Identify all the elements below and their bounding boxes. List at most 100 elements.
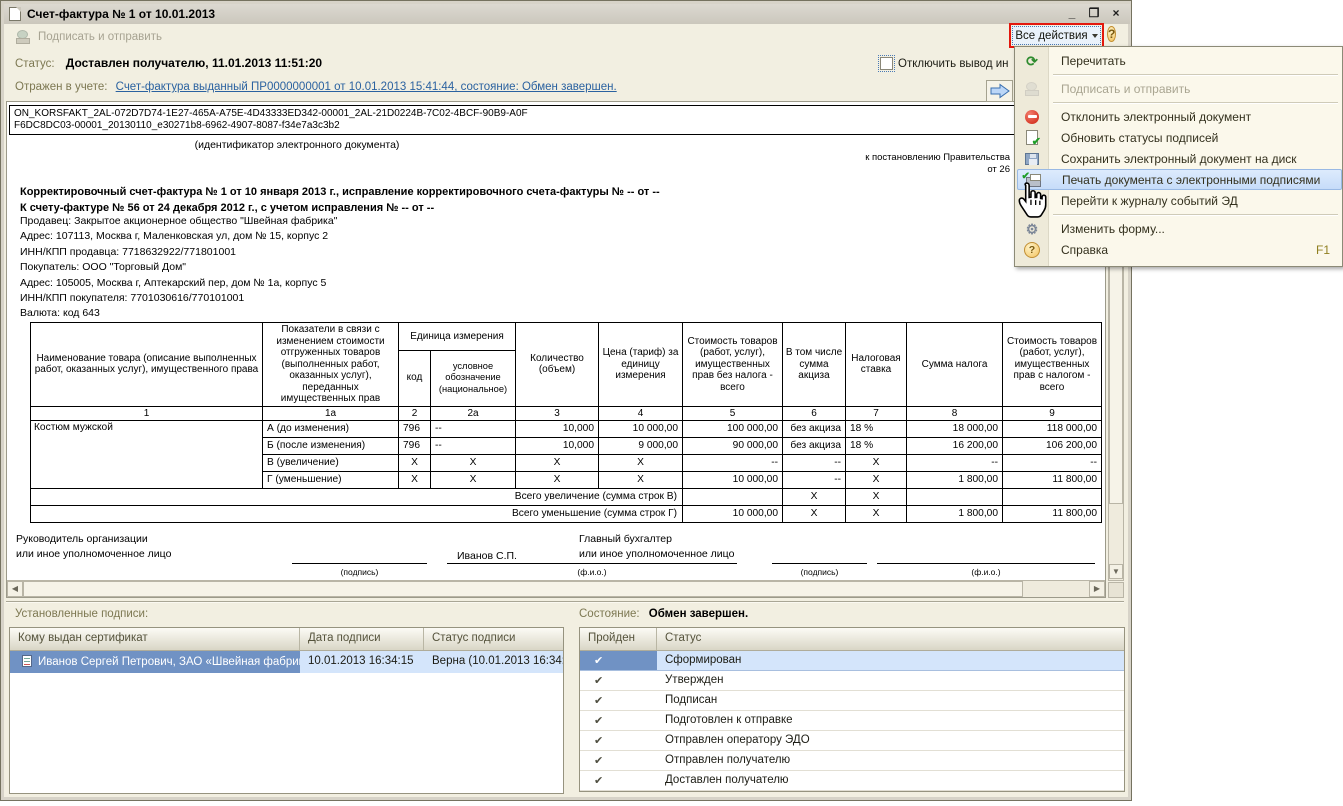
director-signature-line <box>292 563 427 564</box>
check-icon: ✔ <box>580 691 657 710</box>
invoice-cell: X <box>599 454 683 471</box>
all-actions-button[interactable]: Все действия <box>1012 26 1101 45</box>
states-table-header: Пройден Статус <box>580 628 1124 651</box>
invoice-info-line: Покупатель: ООО "Торговый Дом" <box>20 260 337 275</box>
state-row[interactable]: ✔Подписан <box>580 691 1124 711</box>
minimize-button[interactable]: _ <box>1063 7 1081 22</box>
screen: { "window": { "title": "Счет-фактура № 1… <box>0 0 1343 806</box>
refresh-icon: ⟳ <box>1023 52 1041 70</box>
state-row[interactable]: ✔Доставлен получателю <box>580 771 1124 791</box>
reject-icon <box>1023 108 1041 126</box>
invoice-data-row: Костюм мужскойА (до изменения)796--10,00… <box>31 420 1102 437</box>
invoice-cell <box>683 488 783 505</box>
check-icon: ✔ <box>580 771 657 790</box>
menu-item-label: Изменить форму... <box>1061 222 1165 236</box>
maximize-button[interactable]: ❒ <box>1085 7 1103 22</box>
director-name: Иванов С.П. <box>457 550 517 562</box>
signature-date: 10.01.2013 16:34:15 <box>300 651 424 673</box>
invoice-window: Счет-фактура № 1 от 10.01.2013 _ ❒ × Под… <box>0 0 1132 801</box>
disable-output-label: Отключить вывод ин <box>898 58 1009 70</box>
menu-item-save-edocument-to-disk[interactable]: Сохранить электронный документ на диск <box>1017 148 1342 169</box>
states-rows: ✔Сформирован✔Утвержден✔Подписан✔Подготов… <box>580 651 1124 791</box>
all-actions-label: Все действия <box>1015 30 1087 42</box>
invoice-cell: 10 000,00 <box>599 420 683 437</box>
invoice-cell <box>1003 488 1102 505</box>
invoice-cell: 9 000,00 <box>599 437 683 454</box>
invoice-cell: X <box>846 454 907 471</box>
menu-item-sign-and-send[interactable]: Подписать и отправить <box>1017 78 1342 99</box>
horizontal-scroll-thumb[interactable] <box>23 581 1023 597</box>
state-row[interactable]: ✔Отправлен получателю <box>580 751 1124 771</box>
menu-item-label: Отклонить электронный документ <box>1061 110 1251 124</box>
row-label-cell: А (до изменения) <box>263 420 399 437</box>
column-certificate: Кому выдан сертификат <box>10 628 300 650</box>
state-row[interactable]: ✔Сформирован <box>580 651 1124 671</box>
menu-item-update-signature-statuses[interactable]: ✔Обновить статусы подписей <box>1017 127 1342 148</box>
state-name: Отправлен оператору ЭДО <box>657 731 1124 750</box>
scrollbar-corner <box>1108 582 1124 598</box>
sign-stamp-icon <box>15 29 32 44</box>
invoice-info-line: Продавец: Закрытое акционерное общество … <box>20 214 337 229</box>
invoice-cell: 100 000,00 <box>683 420 783 437</box>
open-document-button[interactable] <box>986 80 1013 102</box>
invoice-cell: 1 800,00 <box>907 471 1003 488</box>
reflected-document-link[interactable]: Счет-фактура выданный ПР0000000001 от 10… <box>116 81 617 93</box>
row-label-cell: Б (после изменения) <box>263 437 399 454</box>
invoice-total-row: Всего уменьшение (сумма строк Г)10 000,0… <box>31 505 1102 522</box>
menu-item-change-form[interactable]: ⚙Изменить форму... <box>1017 218 1342 239</box>
director-signature-caption: (подпись) <box>292 567 427 577</box>
invoice-cell: X <box>431 454 516 471</box>
certificate-owner: Иванов Сергей Петрович, ЗАО «Швейная фаб… <box>38 656 300 668</box>
sign-and-send-label: Подписать и отправить <box>38 31 162 43</box>
help-button[interactable]: ? <box>1107 25 1116 43</box>
menu-item-help[interactable]: ?СправкаF1 <box>1017 239 1342 260</box>
sign-and-send-command[interactable]: Подписать и отправить <box>15 29 162 44</box>
column-status: Статус <box>657 628 1124 650</box>
menu-item-go-to-ed-event-log[interactable]: Перейти к журналу событий ЭД <box>1017 190 1342 211</box>
director-name-caption: (ф.и.о.) <box>447 567 737 577</box>
signatures-table[interactable]: Кому выдан сертификат Дата подписи Стату… <box>9 627 564 794</box>
status-row: Статус: Доставлен получателю, 11.01.2013… <box>15 56 322 70</box>
scroll-left-icon[interactable]: ◀ <box>7 581 23 597</box>
invoice-cell: X <box>846 488 907 505</box>
decree-note-line2: от 26 <box>865 164 1010 176</box>
menu-separator <box>1053 74 1338 75</box>
states-table[interactable]: Пройден Статус ✔Сформирован✔Утвержден✔По… <box>579 627 1125 792</box>
certificate-icon <box>22 655 32 667</box>
invoice-cell: -- <box>783 471 846 488</box>
invoice-cell: X <box>399 454 431 471</box>
state-row[interactable]: ✔Отправлен оператору ЭДО <box>580 731 1124 751</box>
accountant-name-caption: (ф.и.о.) <box>877 567 1095 577</box>
state-row[interactable]: ✔Подготовлен к отправке <box>580 711 1124 731</box>
invoice-cell: без акциза <box>783 420 846 437</box>
menu-item-label: Обновить статусы подписей <box>1061 131 1218 145</box>
dropdown-arrow-icon <box>1092 34 1098 38</box>
title-bar: Счет-фактура № 1 от 10.01.2013 _ ❒ × <box>4 4 1130 24</box>
invoice-info-line: Адрес: 105005, Москва г, Аптекарский пер… <box>20 276 337 291</box>
row-label-cell: В (увеличение) <box>263 454 399 471</box>
invoice-info-line: Валюта: код 643 <box>20 306 337 321</box>
arrow-right-icon <box>989 83 1011 99</box>
check-icon: ✔ <box>580 731 657 750</box>
invoice-info-line: ИНН/КПП продавца: 7718632922/771801001 <box>20 245 337 260</box>
menu-item-label: Подписать и отправить <box>1061 82 1190 96</box>
director-role: Руководитель организацииили иное уполном… <box>16 532 171 562</box>
menu-item-print-document-with-signatures[interactable]: ✔Печать документа с электронными подпися… <box>1017 169 1342 190</box>
column-numbers-row: 11а22а3456789 <box>31 406 1102 420</box>
disable-output-checkbox-row[interactable]: Отключить вывод ин <box>880 57 1009 70</box>
scroll-down-icon[interactable]: ▼ <box>1109 564 1123 579</box>
invoice-cell: 10,000 <box>516 420 599 437</box>
disable-output-checkbox[interactable] <box>880 57 893 70</box>
menu-item-label: Сохранить электронный документ на диск <box>1061 152 1297 166</box>
horizontal-scrollbar[interactable]: ◀ ▶ <box>7 580 1105 597</box>
state-name: Подписан <box>657 691 1124 710</box>
invoice-cell: -- <box>683 454 783 471</box>
director-name-line <box>447 563 737 564</box>
invoice-cell: X <box>846 505 907 522</box>
menu-item-reject-edocument[interactable]: Отклонить электронный документ <box>1017 106 1342 127</box>
close-button[interactable]: × <box>1107 7 1125 22</box>
state-row[interactable]: ✔Утвержден <box>580 671 1124 691</box>
signature-row[interactable]: Иванов Сергей Петрович, ЗАО «Швейная фаб… <box>10 651 563 673</box>
menu-item-reread[interactable]: ⟳Перечитать <box>1017 50 1342 71</box>
scroll-right-icon[interactable]: ▶ <box>1089 581 1105 597</box>
